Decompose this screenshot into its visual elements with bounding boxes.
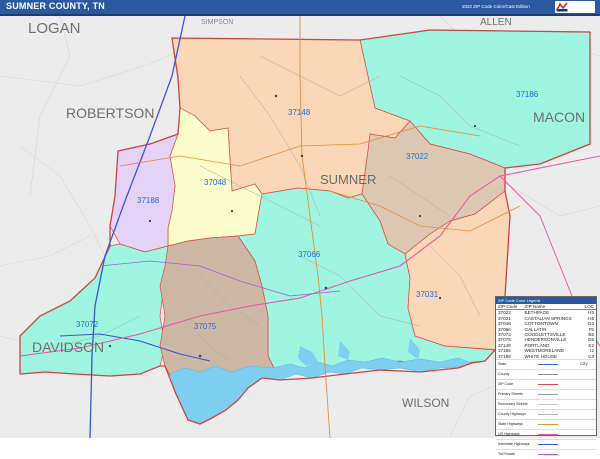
legend-key-symbol: [538, 414, 558, 416]
legend-key-symbol: [538, 384, 558, 386]
title-bar: SUMNER COUNTY, TN 2022 ZIP Code Color/Ca…: [0, 0, 600, 16]
map-frame: SUMNER COUNTY, TN 2022 ZIP Code Color/Ca…: [0, 0, 600, 456]
legend-key-row: ZIP Code: [496, 379, 596, 389]
map-logo-icon: [556, 2, 568, 12]
legend-header: ZIP Code Color Legend: [496, 297, 596, 304]
zip-label-37048[interactable]: 37048: [204, 178, 227, 187]
neighbor-label-allen: ALLEN: [480, 17, 512, 28]
legend-key: State City County ZIP Code Primary Streets Se…: [496, 359, 596, 459]
publisher-logo: [555, 1, 595, 13]
county-label: SUMNER: [320, 172, 376, 187]
legend-key-symbol: [538, 364, 558, 366]
neighbor-label-macon: MACON: [533, 109, 585, 125]
legend-key-symbol: [538, 454, 558, 456]
zip-label-37188[interactable]: 37188: [137, 196, 160, 205]
edition-note: 2022 ZIP Code Color/Cast Edition: [462, 4, 530, 9]
legend-key-symbol: [538, 434, 558, 436]
legend-key-row: State Highways: [496, 419, 596, 429]
legend-key-label: ZIP Code: [498, 382, 514, 387]
legend-key-symbol: [538, 404, 558, 406]
neighbor-label-simpson: SIMPSON: [201, 19, 233, 26]
legend-key-row: Secondary Streets: [496, 399, 596, 409]
map-legend: ZIP Code Color Legend ZIP Code ZIP Name …: [495, 296, 597, 456]
legend-key-row: Primary Streets: [496, 389, 596, 399]
zip-label-37075[interactable]: 37075: [194, 322, 217, 331]
zip-label-37186[interactable]: 37186: [516, 90, 539, 99]
zip-label-37072[interactable]: 37072: [76, 320, 99, 329]
zip-label-37066[interactable]: 37066: [298, 250, 321, 259]
map-title: SUMNER COUNTY, TN: [6, 1, 105, 11]
legend-key-row: County Highways: [496, 409, 596, 419]
legend-key-row: State City: [496, 359, 596, 369]
legend-key-label: County: [498, 372, 510, 377]
zip-label-37031[interactable]: 37031: [416, 290, 439, 299]
legend-key-symbol: [538, 394, 558, 396]
zip-label-37022[interactable]: 37022: [406, 152, 429, 161]
legend-key-row: County: [496, 369, 596, 379]
neighbor-label-robertson: ROBERTSON: [66, 105, 154, 121]
legend-key-label: County Highways: [498, 412, 526, 417]
legend-key-symbol: [538, 424, 558, 426]
legend-key-label: Toll Roads: [498, 452, 515, 457]
zip-legend-table: ZIP Code ZIP Name LOC 37022 BETHPAGE H3 37…: [496, 304, 596, 359]
legend-key-label: Interstate Highways: [498, 442, 530, 447]
legend-key-row: Toll Roads: [496, 449, 596, 459]
legend-key-symbol: [538, 444, 558, 446]
legend-key-label: State: [498, 362, 507, 367]
legend-key-label: Primary Streets: [498, 392, 523, 397]
zip-label-37148[interactable]: 37148: [288, 108, 311, 117]
neighbor-label-davidson: DAVIDSON: [32, 339, 104, 355]
neighbor-label-logan: LOGAN: [28, 20, 81, 37]
legend-key-label: Secondary Streets: [498, 402, 528, 407]
legend-key-extra: City: [580, 361, 588, 367]
legend-key-label: State Highways: [498, 422, 523, 427]
legend-key-row: Interstate Highways: [496, 439, 596, 449]
legend-key-label: US Highways: [498, 432, 520, 437]
neighbor-label-wilson: WILSON: [402, 396, 449, 410]
legend-key-symbol: [538, 374, 558, 376]
